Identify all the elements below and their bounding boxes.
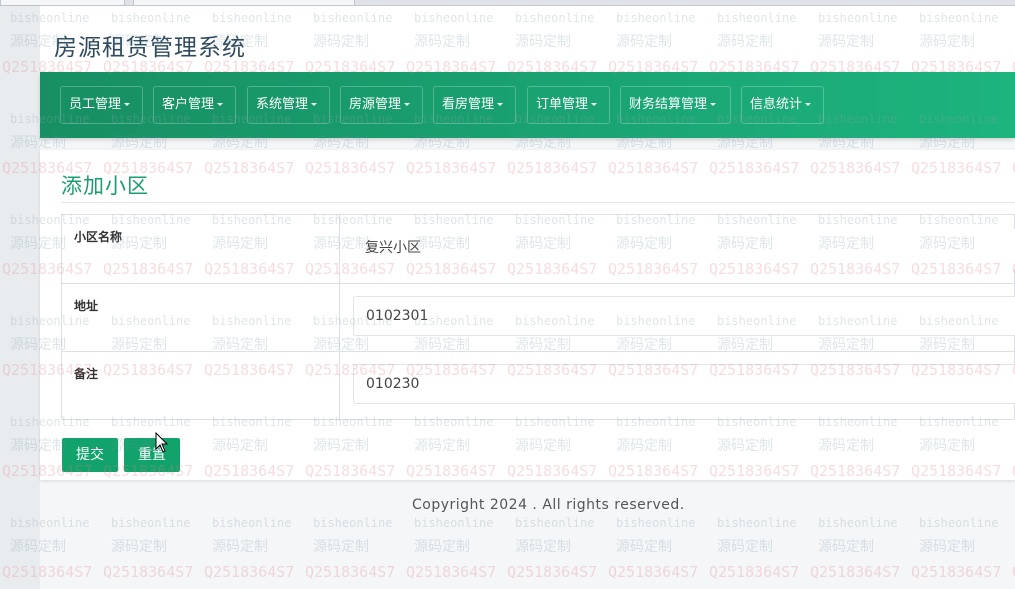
form-panel: 添加小区 小区名称 复兴小区 地址 0102301 备注 010230 提交 重… bbox=[40, 150, 1015, 480]
form-label: 小区名称 bbox=[62, 215, 340, 283]
form-label: 地址 bbox=[62, 284, 340, 351]
caret-down-icon bbox=[404, 103, 411, 106]
remark-input[interactable]: 010230 bbox=[353, 364, 1015, 404]
nav-item-label: 信息统计 bbox=[750, 97, 803, 112]
brand-bar: 房源租赁管理系统 bbox=[40, 6, 1015, 72]
reset-button[interactable]: 重置 bbox=[124, 438, 180, 472]
site-title: 房源租赁管理系统 bbox=[54, 35, 246, 61]
nav-item-label: 员工管理 bbox=[69, 97, 122, 112]
caret-down-icon bbox=[311, 103, 318, 106]
nav-item-label: 房源管理 bbox=[349, 97, 402, 112]
nav-item-system[interactable]: 系统管理 bbox=[247, 86, 330, 124]
nav-item-statistics[interactable]: 信息统计 bbox=[741, 86, 824, 124]
mouse-cursor-icon bbox=[155, 432, 169, 453]
nav-item-order[interactable]: 订单管理 bbox=[527, 86, 610, 124]
form-row-remark: 备注 010230 bbox=[62, 351, 1015, 419]
form-row-name: 小区名称 复兴小区 bbox=[62, 215, 1015, 283]
title-divider bbox=[61, 202, 1015, 203]
nav-item-customer[interactable]: 客户管理 bbox=[153, 86, 236, 124]
caret-down-icon bbox=[710, 103, 717, 106]
address-input[interactable]: 0102301 bbox=[353, 296, 1015, 336]
nav-item-employee[interactable]: 员工管理 bbox=[60, 86, 143, 124]
caret-down-icon bbox=[497, 103, 504, 106]
nav-item-label: 订单管理 bbox=[536, 97, 589, 112]
main-nav: 员工管理 客户管理 系统管理 房源管理 看房管理 订单管理 财务结算管理 信息统… bbox=[40, 72, 1015, 138]
nav-item-property[interactable]: 房源管理 bbox=[340, 86, 423, 124]
community-name-input[interactable]: 复兴小区 bbox=[353, 229, 1015, 269]
form-table: 小区名称 复兴小区 地址 0102301 备注 010230 bbox=[61, 214, 1015, 420]
caret-down-icon bbox=[591, 103, 598, 106]
nav-item-label: 财务结算管理 bbox=[629, 97, 708, 112]
nav-item-label: 看房管理 bbox=[442, 97, 495, 112]
caret-down-icon bbox=[124, 103, 131, 106]
nav-item-finance[interactable]: 财务结算管理 bbox=[620, 86, 731, 124]
caret-down-icon bbox=[217, 103, 224, 106]
caret-down-icon bbox=[805, 103, 812, 106]
footer-copyright: Copyright 2024 . All rights reserved. bbox=[412, 497, 685, 513]
form-row-address: 地址 0102301 bbox=[62, 283, 1015, 351]
nav-item-label: 客户管理 bbox=[162, 97, 215, 112]
submit-button[interactable]: 提交 bbox=[62, 438, 118, 472]
nav-item-viewing[interactable]: 看房管理 bbox=[433, 86, 516, 124]
form-label: 备注 bbox=[62, 352, 340, 419]
nav-item-label: 系统管理 bbox=[256, 97, 309, 112]
page-title: 添加小区 bbox=[61, 174, 149, 198]
